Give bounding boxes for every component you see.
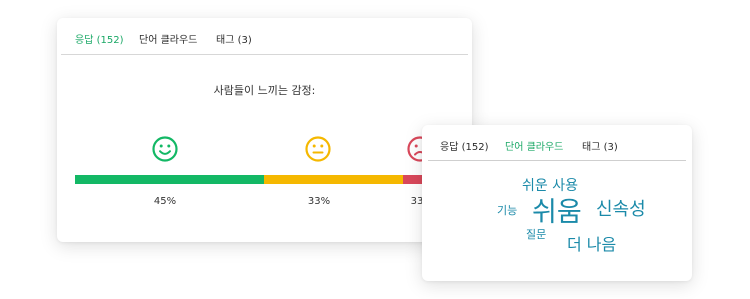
word-cloud-word: 쉬움 <box>532 197 582 228</box>
word-cloud-word: 질문 <box>526 228 547 241</box>
positive-percent: 45% <box>153 196 177 207</box>
word-cloud-word: 기능 <box>497 204 518 217</box>
sentiment-tabs: 응답 (152) 단어 클라우드 태그 (3) <box>61 18 468 55</box>
neutral-percent: 33% <box>307 196 331 207</box>
tab-word-cloud[interactable]: 단어 클라우드 <box>139 31 197 46</box>
tab-tags[interactable]: 태그 (3) <box>582 138 618 153</box>
sentiment-panel: 응답 (152) 단어 클라우드 태그 (3) 사람들이 느끼는 감정: 45%… <box>57 18 472 242</box>
neutral-face-icon <box>305 136 331 162</box>
tab-responses[interactable]: 응답 (152) <box>75 31 123 46</box>
word-cloud-tabs: 응답 (152) 단어 클라우드 태그 (3) <box>428 125 686 161</box>
word-cloud-word: 신속성 <box>596 199 646 220</box>
tab-word-cloud[interactable]: 단어 클라우드 <box>505 138 563 153</box>
tab-tags[interactable]: 태그 (3) <box>216 31 252 46</box>
tab-responses[interactable]: 응답 (152) <box>440 138 488 153</box>
happy-face-icon <box>152 136 178 162</box>
sentiment-bar-neutral <box>264 175 403 184</box>
sentiment-bar-positive <box>75 175 264 184</box>
sentiment-bar <box>75 175 472 184</box>
word-cloud-panel: 응답 (152) 단어 클라우드 태그 (3) 쉬운 사용 기능 쉬움 신속성 … <box>422 125 692 281</box>
word-cloud-word: 더 나음 <box>567 235 617 254</box>
sentiment-question: 사람들이 느끼는 감정: <box>213 84 316 97</box>
